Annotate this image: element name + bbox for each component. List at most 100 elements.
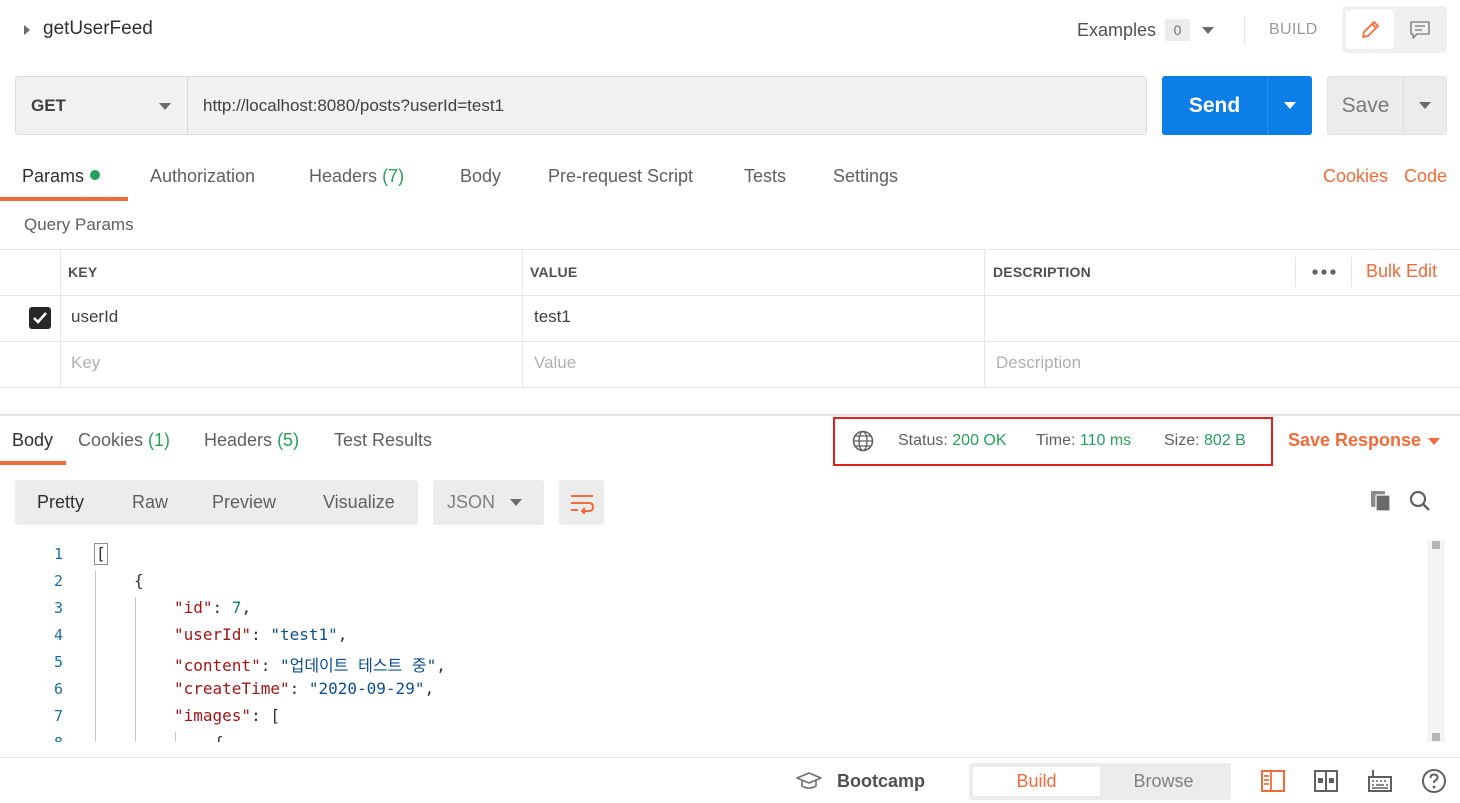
table-border <box>0 295 1460 296</box>
examples-dropdown-icon[interactable] <box>1202 27 1214 34</box>
keyboard-shortcuts-icon[interactable] <box>1367 768 1393 794</box>
format-select[interactable]: JSON <box>433 480 544 525</box>
view-mode-preview[interactable]: Preview <box>212 492 276 513</box>
examples-count-badge: 0 <box>1165 19 1190 41</box>
save-button[interactable]: Save <box>1328 77 1403 134</box>
status-value: 200 OK <box>952 432 1007 449</box>
two-pane-view-icon[interactable] <box>1260 768 1286 794</box>
response-size[interactable]: Size: 802 B <box>1164 432 1246 450</box>
globe-icon[interactable] <box>852 430 874 452</box>
view-mode-pretty[interactable]: Pretty <box>37 492 84 513</box>
expand-caret-icon[interactable] <box>24 25 30 35</box>
comments-mode-button[interactable] <box>1396 10 1444 49</box>
size-label: Size: <box>1164 432 1200 449</box>
view-mode-raw[interactable]: Raw <box>132 492 168 513</box>
tab-params[interactable]: Params <box>22 166 101 187</box>
wrap-lines-button[interactable] <box>559 480 604 525</box>
tab-count: (7) <box>382 166 405 186</box>
build-browse-toggle: Build Browse <box>969 763 1231 800</box>
line-number: 8 <box>33 734 63 742</box>
browse-tab[interactable]: Browse <box>1100 767 1227 796</box>
tab-body[interactable]: Body <box>460 166 501 187</box>
tab-label: Pre-request Script <box>548 166 694 186</box>
request-name[interactable]: getUserFeed <box>43 18 153 40</box>
response-status[interactable]: Status: 200 OK <box>898 432 1007 450</box>
response-body-editor[interactable]: 1 2 3 4 5 6 7 8 [ { "id": 7, "userId": "… <box>0 540 1425 742</box>
tab-label: Body <box>12 430 54 450</box>
param-value-cell[interactable]: test1 <box>534 307 571 327</box>
scrollbar-down-icon[interactable] <box>1432 733 1440 741</box>
scrollbar-up-icon[interactable] <box>1432 541 1440 549</box>
edit-mode-button[interactable] <box>1346 10 1394 49</box>
table-border <box>0 249 1460 250</box>
check-icon <box>33 312 47 324</box>
tab-authorization[interactable]: Authorization <box>150 166 255 187</box>
cookies-link[interactable]: Cookies <box>1323 166 1388 187</box>
more-options-icon[interactable] <box>1311 262 1337 282</box>
examples-label[interactable]: Examples <box>1077 20 1156 41</box>
active-tab-underline <box>0 461 66 465</box>
response-tab-cookies[interactable]: Cookies (1) <box>78 430 170 451</box>
url-input[interactable]: http://localhost:8080/posts?userId=test1 <box>187 76 1147 135</box>
pencil-icon <box>1362 20 1379 38</box>
json-value: [ <box>270 706 280 725</box>
split-pane-icon[interactable] <box>1313 768 1339 794</box>
table-border <box>1351 257 1352 287</box>
response-tab-body[interactable]: Body <box>12 430 53 451</box>
copy-icon[interactable] <box>1369 489 1393 513</box>
table-border <box>60 249 61 387</box>
send-button-group: Send <box>1162 76 1312 135</box>
response-tab-headers[interactable]: Headers (5) <box>204 430 299 451</box>
indent-guide <box>175 732 176 742</box>
pane-divider[interactable] <box>0 414 1460 416</box>
param-key-cell[interactable]: userId <box>71 307 118 327</box>
scrollbar[interactable] <box>1427 540 1445 742</box>
code-link[interactable]: Code <box>1404 166 1447 187</box>
url-text: http://localhost:8080/posts?userId=test1 <box>203 95 505 115</box>
json-value: 7 <box>231 598 242 617</box>
save-response-dropdown-icon[interactable] <box>1428 438 1440 445</box>
tab-label: Authorization <box>150 166 256 186</box>
param-description-cell[interactable] <box>996 307 1446 329</box>
view-mode-visualize[interactable]: Visualize <box>323 492 395 513</box>
tab-count: (1) <box>148 430 171 450</box>
save-response-button[interactable]: Save Response <box>1288 430 1421 451</box>
new-key-input[interactable]: Key <box>71 353 100 373</box>
code-line-5: "content": "업데이트 테스트 중", <box>174 656 446 675</box>
code-line-8: { <box>214 733 224 742</box>
line-number: 1 <box>53 545 63 563</box>
help-icon[interactable] <box>1421 768 1447 794</box>
search-icon[interactable] <box>1408 489 1432 513</box>
tab-count: (5) <box>277 430 300 450</box>
mode-toggle <box>1342 6 1447 53</box>
table-border <box>0 387 1460 388</box>
code-line-7: "images": [ <box>174 706 280 725</box>
save-button-group: Save <box>1327 76 1447 135</box>
code-line-3: "id": 7, <box>174 598 252 617</box>
response-time[interactable]: Time: 110 ms <box>1036 432 1131 450</box>
bulk-edit-link[interactable]: Bulk Edit <box>1366 261 1437 282</box>
send-button[interactable]: Send <box>1162 76 1267 135</box>
wrap-icon <box>570 494 594 514</box>
code-line-2: { <box>134 571 144 590</box>
tab-settings[interactable]: Settings <box>833 166 898 187</box>
new-value-input[interactable]: Value <box>534 353 576 373</box>
tab-pre-request-script[interactable]: Pre-request Script <box>548 166 693 187</box>
save-options-button[interactable] <box>1403 77 1446 134</box>
divider <box>1244 16 1245 44</box>
param-checkbox[interactable] <box>29 307 51 329</box>
bootcamp-link[interactable]: Bootcamp <box>837 771 925 792</box>
response-tab-test-results[interactable]: Test Results <box>334 430 432 451</box>
line-number: 7 <box>53 707 63 725</box>
tab-headers[interactable]: Headers (7) <box>309 166 404 187</box>
tab-tests[interactable]: Tests <box>744 166 786 187</box>
build-label: BUILD <box>1269 21 1318 38</box>
table-border <box>0 341 1460 342</box>
send-options-button[interactable] <box>1267 76 1312 135</box>
method-select[interactable]: GET <box>15 76 188 135</box>
line-number: 4 <box>53 626 63 644</box>
new-description-input[interactable]: Description <box>996 353 1081 373</box>
build-tab[interactable]: Build <box>973 767 1100 796</box>
code-line-1: [ <box>94 543 108 565</box>
comment-icon <box>1410 20 1430 39</box>
